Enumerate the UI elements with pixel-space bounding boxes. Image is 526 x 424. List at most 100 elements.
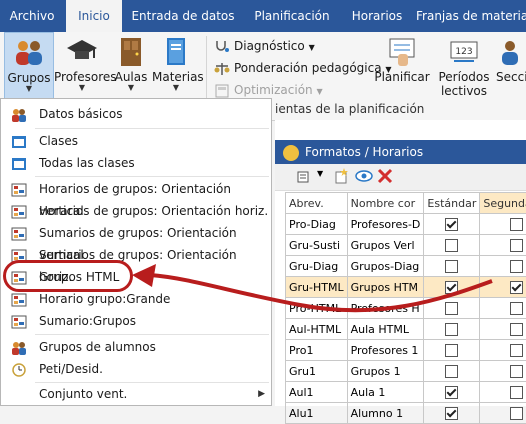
column-header[interactable]: Segunda op bbox=[480, 193, 526, 214]
estandar-checkbox[interactable] bbox=[445, 260, 458, 273]
table-row[interactable]: Gru1Grupos 1 bbox=[286, 361, 526, 382]
estandar-checkbox[interactable] bbox=[445, 239, 458, 252]
segunda-cell bbox=[480, 256, 526, 277]
estandar-checkbox[interactable] bbox=[445, 218, 458, 231]
nombre-cell[interactable]: Grupos 1 bbox=[347, 361, 424, 382]
table-row[interactable]: Gru-DiagGrupos-Diag bbox=[286, 256, 526, 277]
segunda-checkbox[interactable] bbox=[510, 365, 523, 378]
materias-button[interactable]: Materias ▼ bbox=[152, 32, 200, 104]
profesores-button[interactable]: Profesores ▼ bbox=[54, 32, 110, 104]
nombre-cell[interactable]: Profesores-D bbox=[347, 214, 424, 235]
delete-icon[interactable] bbox=[377, 168, 393, 187]
abrev-cell[interactable]: Pro-HTML bbox=[286, 298, 348, 319]
table-row[interactable]: Gru-HTMLGrupos HTM bbox=[286, 277, 526, 298]
menu-item-conjunto-vent[interactable]: Conjunto vent. ▶ bbox=[1, 383, 271, 405]
window-icon bbox=[11, 134, 27, 148]
abrev-cell[interactable]: Aul-HTML bbox=[286, 319, 348, 340]
column-header[interactable]: Nombre cor bbox=[347, 193, 424, 214]
menu-item-clases[interactable]: Clases bbox=[1, 130, 271, 152]
table-row[interactable]: Pro1Profesores 1 bbox=[286, 340, 526, 361]
table-row[interactable]: Pro-DiagProfesores-D bbox=[286, 214, 526, 235]
tab-horarios[interactable]: Horarios bbox=[346, 0, 408, 32]
tab-planificacion[interactable]: Planificación bbox=[246, 0, 338, 32]
tab-inicio[interactable]: Inicio bbox=[66, 0, 122, 32]
menu-item-todas-las-clases[interactable]: Todas las clases bbox=[1, 152, 271, 174]
aulas-button[interactable]: Aulas ▼ bbox=[114, 32, 148, 104]
menu-item-peti-desid[interactable]: Peti/Desid. bbox=[1, 358, 271, 380]
estandar-checkbox[interactable] bbox=[445, 386, 458, 399]
menu-item-sumario-grupos[interactable]: Sumario:Grupos bbox=[1, 310, 271, 332]
periodos-lectivos-button[interactable]: 123 Períodos lectivos bbox=[436, 32, 492, 104]
menu-item-sumarios-vertical[interactable]: Sumarios de grupos: Orientación vertical bbox=[1, 222, 271, 244]
estandar-checkbox[interactable] bbox=[445, 344, 458, 357]
abrev-cell[interactable]: Gru1 bbox=[286, 361, 348, 382]
nombre-cell[interactable]: Aula 1 bbox=[347, 382, 424, 403]
sections-icon bbox=[496, 36, 526, 68]
abrev-cell[interactable]: Gru-HTML bbox=[286, 277, 348, 298]
format-icon[interactable] bbox=[297, 169, 313, 188]
chevron-down-icon[interactable]: ▼ bbox=[317, 169, 323, 178]
segunda-cell bbox=[480, 340, 526, 361]
menu-separator bbox=[35, 128, 269, 129]
segunda-checkbox[interactable] bbox=[510, 386, 523, 399]
nombre-cell[interactable]: Grupos-Diag bbox=[347, 256, 424, 277]
column-header[interactable]: Estándar bbox=[424, 193, 480, 214]
eye-icon[interactable] bbox=[355, 169, 373, 186]
tab-entrada-de-datos[interactable]: Entrada de datos bbox=[130, 0, 236, 32]
segunda-checkbox[interactable] bbox=[510, 239, 523, 252]
ponderacion-button[interactable]: Ponderación pedagógica ▼ bbox=[214, 58, 392, 78]
tab-archivo[interactable]: Archivo bbox=[0, 0, 64, 32]
tab-franjas-de-materias[interactable]: Franjas de materias bbox=[416, 0, 526, 32]
grid-icon bbox=[11, 204, 27, 218]
periodos-label: Períodos lectivos bbox=[438, 70, 489, 98]
menu-item-horarios-vertical[interactable]: Horarios de grupos: Orientación vertical bbox=[1, 178, 271, 200]
secciones-button[interactable]: Secci bbox=[496, 32, 526, 104]
menu-item-grupos-de-alumnos[interactable]: Grupos de alumnos bbox=[1, 336, 271, 358]
segunda-checkbox[interactable] bbox=[510, 323, 523, 336]
segunda-checkbox[interactable] bbox=[510, 302, 523, 315]
nombre-cell[interactable]: Grupos HTM bbox=[347, 277, 424, 298]
nombre-cell[interactable]: Aula HTML bbox=[347, 319, 424, 340]
menu-item-label: Peti/Desid. bbox=[39, 358, 103, 380]
nombre-cell[interactable]: Grupos Verl bbox=[347, 235, 424, 256]
menu-item-datos-basicos[interactable]: Datos básicos bbox=[1, 103, 271, 125]
chevron-down-icon: ▼ bbox=[152, 84, 200, 92]
segunda-checkbox[interactable] bbox=[510, 260, 523, 273]
grupos-dropdown-menu: Datos básicos Clases Todas las clases Ho… bbox=[0, 98, 272, 406]
column-header[interactable]: Abrev. bbox=[286, 193, 348, 214]
menu-item-horarios-horiz[interactable]: Horarios de grupos: Orientación horiz. bbox=[1, 200, 271, 222]
abrev-cell[interactable]: Pro-Diag bbox=[286, 214, 348, 235]
abrev-cell[interactable]: Gru-Diag bbox=[286, 256, 348, 277]
estandar-checkbox[interactable] bbox=[445, 302, 458, 315]
table-row[interactable]: Pro-HTMLProfesores H bbox=[286, 298, 526, 319]
annotation-oval bbox=[3, 260, 133, 292]
estandar-checkbox[interactable] bbox=[445, 365, 458, 378]
formatos-table: Abrev. Nombre cor Estándar Segunda op Pr… bbox=[285, 192, 526, 424]
table-row[interactable]: Aul-HTMLAula HTML bbox=[286, 319, 526, 340]
diagnostico-button[interactable]: Diagnóstico ▼ bbox=[214, 36, 315, 56]
abrev-cell[interactable]: Aul1 bbox=[286, 382, 348, 403]
table-row[interactable]: Aul1Aula 1 bbox=[286, 382, 526, 403]
menu-item-label: Sumario:Grupos bbox=[39, 310, 136, 332]
estandar-checkbox[interactable] bbox=[445, 281, 458, 294]
segunda-checkbox[interactable] bbox=[510, 281, 523, 294]
abrev-cell[interactable]: Gru-Susti bbox=[286, 235, 348, 256]
planificar-button[interactable]: Planificar bbox=[372, 32, 432, 104]
grupos-label: Grupos bbox=[7, 71, 50, 85]
segunda-checkbox[interactable] bbox=[510, 218, 523, 231]
estandar-cell bbox=[424, 340, 480, 361]
new-icon[interactable] bbox=[333, 168, 349, 187]
segunda-checkbox[interactable] bbox=[510, 344, 523, 357]
optimizacion-button[interactable]: Optimización ▼ bbox=[214, 80, 323, 100]
estandar-checkbox[interactable] bbox=[445, 323, 458, 336]
graduation-cap-icon bbox=[66, 36, 98, 68]
abrev-cell[interactable]: Pro1 bbox=[286, 340, 348, 361]
estandar-checkbox[interactable] bbox=[445, 407, 458, 420]
nombre-cell[interactable]: Profesores H bbox=[347, 298, 424, 319]
grupos-button[interactable]: Grupos ▼ bbox=[4, 32, 54, 104]
nombre-cell[interactable]: Profesores 1 bbox=[347, 340, 424, 361]
window-icon bbox=[11, 156, 27, 170]
table-row[interactable]: Gru-SustiGrupos Verl bbox=[286, 235, 526, 256]
segunda-checkbox[interactable] bbox=[510, 407, 523, 420]
chevron-down-icon: ▼ bbox=[114, 84, 148, 92]
